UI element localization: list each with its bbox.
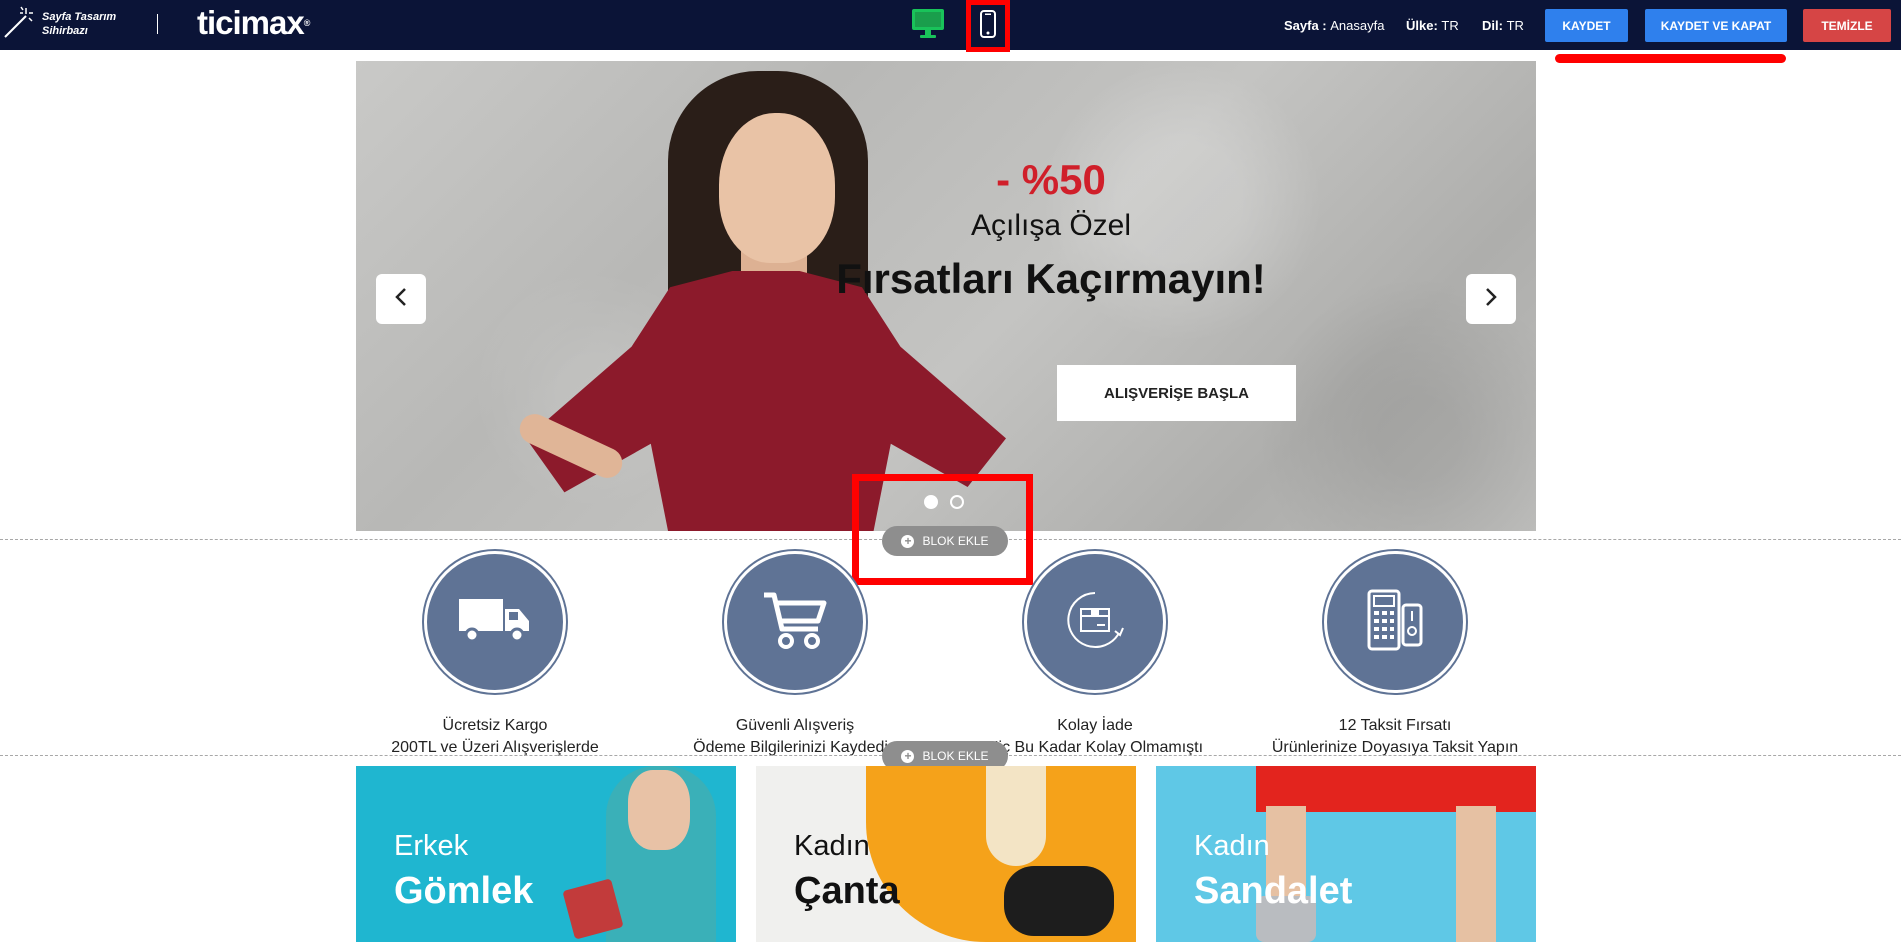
discount-text: - %50 <box>996 156 1106 203</box>
slider-prev-button[interactable] <box>376 274 426 324</box>
page-indicator: Sayfa : Anasayfa <box>1284 0 1384 50</box>
feature-free-shipping: Ücretsiz Kargo 200TL ve Üzeri Alışverişl… <box>345 551 645 759</box>
tile-model-face <box>628 770 690 850</box>
country-label: Ülke: <box>1406 17 1438 33</box>
save-and-close-button[interactable]: KAYDET VE KAPAT <box>1645 9 1787 42</box>
pos-terminal-icon <box>1365 587 1425 658</box>
feature-circle <box>724 551 866 693</box>
tile-title: Sandalet <box>1194 870 1353 912</box>
country-indicator[interactable]: Ülke: TR <box>1406 0 1459 50</box>
feature-circle <box>424 551 566 693</box>
tile-title: Gömlek <box>394 870 534 912</box>
language-label: Dil: <box>1482 17 1503 33</box>
feature-circle <box>1024 551 1166 693</box>
chevron-right-icon <box>1484 287 1498 312</box>
tile-subtitle: Kadın <box>1194 830 1270 862</box>
save-button[interactable]: KAYDET <box>1545 9 1628 42</box>
feature-title: 12 Taksit Fırsatı <box>1338 717 1452 734</box>
logo-text: ticimax <box>197 4 305 41</box>
top-bar: Sayfa Tasarım Sihirbazı ticimax® Sayfa:… <box>0 0 1901 52</box>
page-value: Anasayfa <box>1330 17 1385 33</box>
category-tile-women-bag[interactable]: Kadın Çanta <box>756 766 1136 942</box>
tile-leg-right <box>1456 806 1496 942</box>
category-tile-women-sandal[interactable]: Kadın Sandalet <box>1156 766 1536 942</box>
logo-registered-mark: ® <box>303 18 311 28</box>
feature-circle <box>1324 551 1466 693</box>
language-indicator[interactable]: Dil: TR <box>1482 0 1524 50</box>
clear-button[interactable]: TEMİZLE <box>1803 9 1891 42</box>
magic-wand-icon <box>2 4 36 45</box>
highlight-underline <box>1555 54 1786 63</box>
feature-title: Ücretsiz Kargo <box>442 717 548 734</box>
plus-icon: + <box>901 749 915 763</box>
page-design-wizard[interactable]: Sayfa Tasarım Sihirbazı <box>2 6 116 42</box>
feature-title: Kolay İade <box>1057 717 1133 734</box>
wizard-label: Sayfa Tasarım Sihirbazı <box>42 10 116 38</box>
feature-title: Güvenli Alışveriş <box>735 717 855 734</box>
return-box-icon <box>1059 589 1131 656</box>
mobile-phone-icon <box>979 9 997 43</box>
chevron-left-icon <box>394 287 408 312</box>
wizard-label-line2: Sihirbazı <box>42 25 88 37</box>
cart-icon <box>762 589 828 656</box>
hero-slider[interactable]: - %50 Açılışa Özel Fırsatları Kaçırmayın… <box>356 61 1536 531</box>
tile-title: Çanta <box>794 870 900 912</box>
language-value: TR <box>1506 17 1524 33</box>
truck-icon <box>457 595 533 650</box>
model-face <box>719 113 835 263</box>
promo-headline: Fırsatları Kaçırmayın! <box>836 255 1266 302</box>
promo-subtitle: Açılışa Özel <box>970 209 1132 242</box>
page-designer: Sayfa Tasarım Sihirbazı ticimax® Sayfa:… <box>0 0 1901 942</box>
country-value: TR <box>1441 17 1459 33</box>
feature-installments: 12 Taksit Fırsatı Ürünlerinize Doyasıya … <box>1245 551 1545 759</box>
page-label: Sayfa : <box>1284 17 1327 33</box>
category-tile-men-shirt[interactable]: Erkek Gömlek <box>356 766 736 942</box>
tile-subtitle: Erkek <box>394 830 469 862</box>
desktop-icon <box>910 7 946 44</box>
add-block-label: BLOK EKLE <box>922 749 989 763</box>
tile-blonde-hair <box>986 766 1046 866</box>
topbar-divider <box>157 14 158 34</box>
ticimax-logo: ticimax® <box>197 4 311 41</box>
mobile-view-button[interactable] <box>966 0 1010 52</box>
feature-easy-return: Kolay İade Hiç Bu Kadar Kolay Olmamıştı <box>945 551 1245 759</box>
slider-next-button[interactable] <box>1466 274 1516 324</box>
slider-promo: - %50 Açılışa Özel Fırsatları Kaçırmayın… <box>836 156 1266 304</box>
tile-subtitle: Kadın <box>794 830 870 862</box>
desktop-view-button[interactable] <box>906 0 950 50</box>
tile-black-bag <box>1004 866 1114 936</box>
feature-secure-shopping: Güvenli Alışveriş Ödeme Bilgilerinizi Ka… <box>645 551 945 759</box>
wizard-label-line1: Sayfa Tasarım <box>42 11 117 23</box>
shop-now-button[interactable]: ALIŞVERİŞE BAŞLA <box>1057 365 1296 421</box>
